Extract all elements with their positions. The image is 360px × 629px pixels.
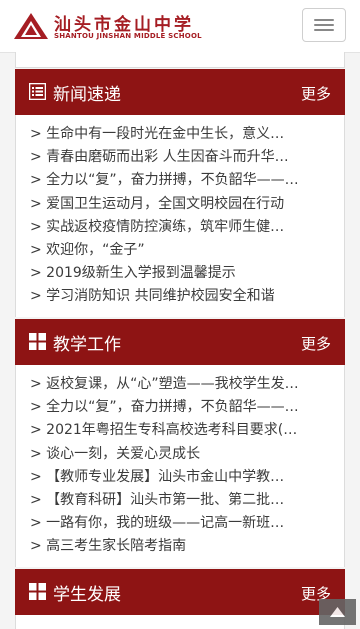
list-item[interactable]: > 高三考生家长陪考指南 [16, 535, 344, 558]
logo-english-name: SHANTOU JINSHAN MIDDLE SCHOOL [54, 32, 202, 40]
back-to-top-button[interactable] [319, 599, 356, 625]
list-item[interactable]: > 欢迎你，“金子” [16, 239, 344, 262]
list-item[interactable]: > 一路有你，我的班级——记高一新班… [16, 512, 344, 535]
previous-panel-bottom [15, 52, 345, 68]
student-development-panel: 学生发展 更多 [15, 569, 345, 629]
grid-icon [29, 333, 46, 350]
school-emblem-icon [14, 13, 48, 39]
section-title: 新闻速递 [53, 85, 121, 105]
list-icon [29, 83, 46, 100]
list-item[interactable]: > 2021年粤招生专科高校选考科目要求(… [16, 419, 344, 442]
top-navbar: 汕头市金山中学 SHANTOU JINSHAN MIDDLE SCHOOL [0, 0, 360, 53]
list-item[interactable]: > 全力以“复”，奋力拼搏，不负韶华——… [16, 169, 344, 192]
school-logo[interactable]: 汕头市金山中学 SHANTOU JINSHAN MIDDLE SCHOOL [14, 9, 214, 43]
chevron-up-icon [330, 607, 345, 617]
more-link[interactable]: 更多 [301, 333, 331, 354]
list-item[interactable]: > 生命中有一段时光在金中生长，意义… [16, 123, 344, 146]
student-panel-header: 学生发展 更多 [15, 569, 345, 615]
list-item[interactable]: > 学习消防知识 共同维护校园安全和谐 [16, 285, 344, 308]
list-item[interactable]: > 全力以“复”，奋力拼搏，不负韶华——… [16, 396, 344, 419]
list-item[interactable]: > 爱国卫生运动月，全国文明校园在行动 [16, 193, 344, 216]
list-item[interactable]: > 返校复课，从“心”塑造——我校学生发… [16, 373, 344, 396]
news-panel: 新闻速递 更多 > 生命中有一段时光在金中生长，意义… > 青春由磨砺而出彩 人… [15, 69, 345, 317]
teaching-panel-header: 教学工作 更多 [15, 319, 345, 365]
list-item[interactable]: > 谈心一刻，关爱心灵成长 [16, 443, 344, 466]
list-item[interactable]: > 青春由磨砺而出彩 人生因奋斗而升华… [16, 146, 344, 169]
list-item[interactable]: > 【教师专业发展】汕头市金山中学教… [16, 466, 344, 489]
grid-icon [29, 583, 46, 600]
more-link[interactable]: 更多 [301, 83, 331, 104]
news-list: > 生命中有一段时光在金中生长，意义… > 青春由磨砺而出彩 人生因奋斗而升华…… [16, 115, 344, 317]
list-item[interactable]: > 2019级新生入学报到温馨提示 [16, 262, 344, 285]
list-item[interactable]: > 实战返校疫情防控演练，筑牢师生健… [16, 216, 344, 239]
list-item[interactable]: > 【教育科研】汕头市第一批、第二批… [16, 489, 344, 512]
news-panel-header: 新闻速递 更多 [15, 69, 345, 115]
hamburger-menu-icon[interactable] [302, 8, 346, 42]
section-title: 学生发展 [53, 585, 121, 605]
teaching-list: > 返校复课，从“心”塑造——我校学生发… > 全力以“复”，奋力拼搏，不负韶华… [16, 365, 344, 567]
section-title: 教学工作 [53, 335, 121, 355]
teaching-panel: 教学工作 更多 > 返校复课，从“心”塑造——我校学生发… > 全力以“复”，奋… [15, 319, 345, 567]
